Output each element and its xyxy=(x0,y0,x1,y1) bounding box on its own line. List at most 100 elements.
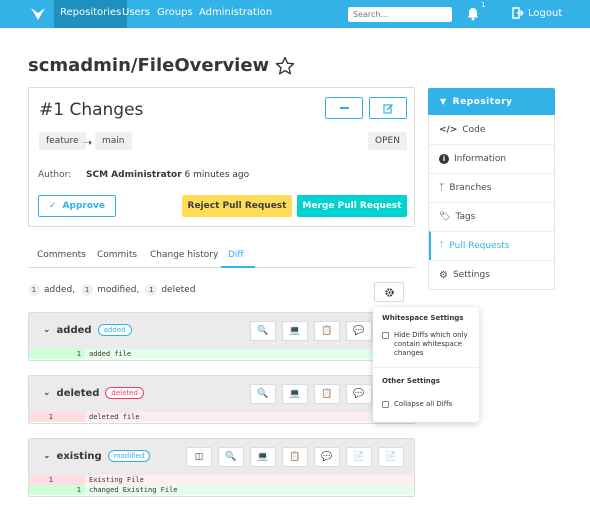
author-time: 6 minutes ago xyxy=(184,170,250,180)
comment-button[interactable]: 💬 xyxy=(346,384,372,404)
diff-file-header[interactable]: ⌄ existing modified ◫ 🔍 💻 📋 💬 📄 📄 xyxy=(29,439,414,475)
tab-change-history[interactable]: Change history xyxy=(150,250,218,260)
sidebar-item-branches[interactable]: ᛉ Branches xyxy=(429,173,554,202)
diff-line[interactable]: 1 deleted file xyxy=(29,412,414,422)
comment-icon: 💬 xyxy=(353,326,365,336)
file-name: deleted xyxy=(56,387,100,399)
check-icon: ✓ xyxy=(49,201,57,211)
nav-groups[interactable]: Groups xyxy=(157,0,193,28)
pr-tabs: Comments Commits Change history Diff xyxy=(28,246,415,268)
file-status-badge: added xyxy=(97,324,132,336)
notification-count: 1 xyxy=(481,1,486,9)
whitespace-settings-title: Whitespace Settings xyxy=(382,314,464,322)
search-plus-button[interactable]: 🔍 xyxy=(250,384,276,404)
edit-icon xyxy=(382,103,393,114)
clipboard-icon: 📋 xyxy=(321,389,333,399)
copy-button[interactable]: 📋 xyxy=(314,384,340,404)
deleted-label: deleted xyxy=(161,285,196,295)
tab-diff[interactable]: Diff xyxy=(228,250,244,260)
comment-button[interactable]: 💬 xyxy=(346,321,372,341)
file-name: existing xyxy=(56,450,102,462)
diff-line[interactable]: 1 added file xyxy=(29,349,414,359)
repository-name: scmadmin/FileOverview xyxy=(28,55,270,76)
new-line-number: 1 xyxy=(57,485,85,495)
collapse-button[interactable] xyxy=(325,97,363,119)
sidebar-item-label: Pull Requests xyxy=(449,241,510,251)
source-branch-tag[interactable]: feature xyxy=(39,132,86,150)
sidebar-item-tags[interactable]: 🏷 Tags xyxy=(429,202,554,231)
other-settings-title: Other Settings xyxy=(382,377,440,385)
active-tab-indicator xyxy=(221,266,255,268)
pull-request-icon: ᛉ xyxy=(439,241,445,251)
edit-button[interactable] xyxy=(369,97,407,119)
columns-icon: ◫ xyxy=(194,452,204,462)
branch-icon: ᛉ xyxy=(439,183,445,193)
diff-file-header[interactable]: ⌄ added added 🔍 💻 📋 💬 xyxy=(29,313,414,349)
comment-button[interactable]: 💬 xyxy=(314,447,340,467)
collapse-all-checkbox[interactable]: Collapse all Diffs xyxy=(382,400,452,409)
pr-title: #1 Changes xyxy=(39,100,144,120)
tab-comments[interactable]: Comments xyxy=(37,250,86,260)
diff-line-text: deleted file xyxy=(85,412,414,422)
sidebar-item-label: Tags xyxy=(455,212,476,222)
side-by-side-button[interactable]: 💻 xyxy=(250,447,276,467)
new-line-number xyxy=(57,412,85,422)
code-icon: </> xyxy=(439,124,458,135)
sidebar-item-settings[interactable]: ⚙ Settings xyxy=(429,260,554,289)
checkbox[interactable] xyxy=(382,401,389,408)
diff-settings-popover: Whitespace Settings Hide Diffs which onl… xyxy=(373,307,479,422)
laptop-icon: 💻 xyxy=(257,452,269,462)
top-navbar: Repositories Users Groups Administration… xyxy=(0,0,590,28)
diff-summary: 1 added, 1 modified, 1 deleted xyxy=(28,284,195,296)
search-plus-button[interactable]: 🔍 xyxy=(250,321,276,341)
sidebar-header[interactable]: ▼ Repository xyxy=(428,88,555,115)
target-branch-tag[interactable]: main xyxy=(95,132,132,150)
nav-repositories[interactable]: Repositories xyxy=(54,0,128,28)
diff-line-text: Existing File xyxy=(85,475,414,485)
gear-icon xyxy=(384,287,394,297)
diff-line[interactable]: 1 Existing File xyxy=(29,475,414,485)
caret-down-icon: ▼ xyxy=(440,97,447,106)
sidebar-item-pull-requests[interactable]: ᛉ Pull Requests xyxy=(429,231,554,260)
sidebar-item-code[interactable]: </> Code xyxy=(429,115,554,144)
split-view-button[interactable]: ◫ xyxy=(186,447,212,467)
chevron-down-icon[interactable]: ⌄ xyxy=(43,325,51,335)
file-source-button[interactable]: 📄 xyxy=(346,447,372,467)
diff-line[interactable]: 1 changed Existing File xyxy=(29,485,414,495)
sidebar-item-information[interactable]: i Information xyxy=(429,144,554,173)
modified-count: 1 xyxy=(81,284,94,296)
bell-icon[interactable] xyxy=(466,7,480,21)
nav-users[interactable]: Users xyxy=(122,0,150,28)
old-line-number: 1 xyxy=(29,475,57,485)
hide-whitespace-checkbox[interactable]: Hide Diffs which only contain whitespace… xyxy=(382,331,474,358)
search-input[interactable] xyxy=(348,7,452,22)
diff-file-header[interactable]: ⌄ deleted deleted 🔍 💻 📋 💬 xyxy=(29,376,414,412)
clipboard-icon: 📋 xyxy=(321,326,333,336)
diff-file-deleted: ⌄ deleted deleted 🔍 💻 📋 💬 1 deleted file xyxy=(28,375,415,424)
diff-settings-button[interactable] xyxy=(374,282,404,302)
new-line-number: 1 xyxy=(57,349,85,359)
comment-icon: 💬 xyxy=(321,452,333,462)
scm-logo-icon[interactable] xyxy=(30,6,46,22)
deleted-count: 1 xyxy=(145,284,158,296)
checkbox[interactable] xyxy=(382,332,389,339)
chevron-down-icon[interactable]: ⌄ xyxy=(43,451,51,461)
laptop-icon: 💻 xyxy=(289,326,301,336)
old-line-number: 1 xyxy=(29,412,57,422)
file-target-button[interactable]: 📄 xyxy=(378,447,404,467)
side-by-side-button[interactable]: 💻 xyxy=(282,384,308,404)
copy-button[interactable]: 📋 xyxy=(282,447,308,467)
approve-button[interactable]: ✓ Approve xyxy=(38,195,116,217)
author-info: SCM Administrator 6 minutes ago xyxy=(86,170,249,180)
nav-administration[interactable]: Administration xyxy=(199,0,272,28)
star-icon[interactable] xyxy=(275,56,295,76)
copy-button[interactable]: 📋 xyxy=(314,321,340,341)
merge-button[interactable]: Merge Pull Request xyxy=(297,195,407,217)
tab-commits[interactable]: Commits xyxy=(97,250,137,260)
logout-button[interactable]: Logout xyxy=(512,7,562,19)
reject-button[interactable]: Reject Pull Request xyxy=(182,195,292,217)
chevron-down-icon[interactable]: ⌄ xyxy=(43,388,51,398)
author-name[interactable]: SCM Administrator xyxy=(86,170,182,180)
search-plus-button[interactable]: 🔍 xyxy=(218,447,244,467)
side-by-side-button[interactable]: 💻 xyxy=(282,321,308,341)
